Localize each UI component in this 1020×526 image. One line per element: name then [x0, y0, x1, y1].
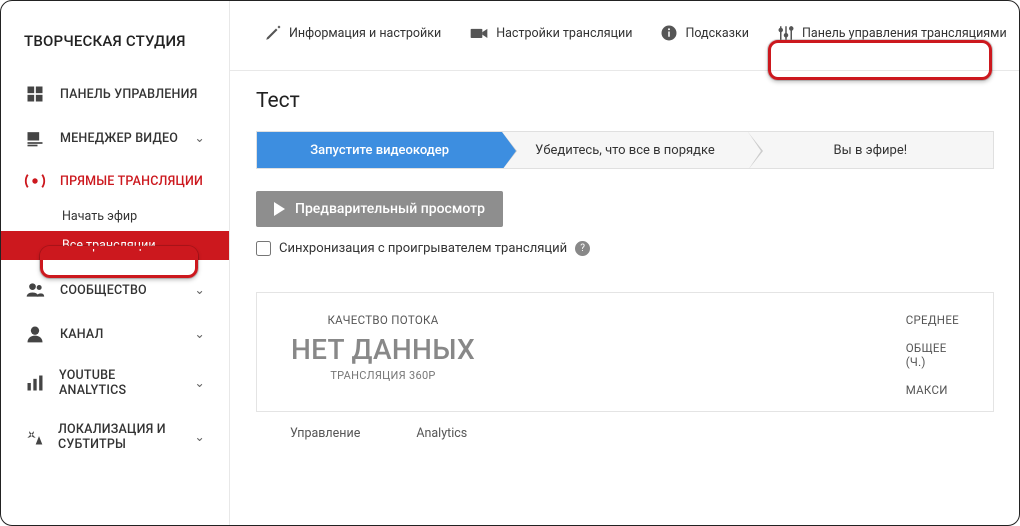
tab-manage[interactable]: Управление: [290, 426, 360, 441]
stream-info-card: КАЧЕСТВО ПОТОКА НЕТ ДАННЫХ ТРАНСЛЯЦИЯ 36…: [256, 292, 994, 412]
stat-avg: СРЕДНЕЕ: [906, 313, 959, 327]
sidebar-item-label: YOUTUBE ANALYTICS: [59, 368, 180, 398]
sync-checkbox-row: Синхронизация с проигрывателем трансляци…: [256, 241, 994, 256]
step-3[interactable]: Вы в эфире!: [748, 132, 993, 168]
live-icon: [24, 172, 46, 190]
sidebar-item-translations[interactable]: ЛОКАЛИЗАЦИЯ И СУБТИТРЫ ⌄: [0, 410, 229, 464]
quality-sub: ТРАНСЛЯЦИЯ 360P: [291, 369, 475, 382]
chevron-down-icon: ⌄: [194, 375, 205, 391]
sidebar: ТВОРЧЕСКАЯ СТУДИЯ ПАНЕЛЬ УПРАВЛЕНИЯ МЕНЕ…: [0, 0, 230, 526]
sidebar-item-label: КАНАЛ: [60, 327, 104, 342]
chevron-down-icon: ⌄: [194, 326, 205, 342]
sidebar-sub-start-live[interactable]: Начать эфир: [0, 202, 229, 231]
sidebar-item-dashboard[interactable]: ПАНЕЛЬ УПРАВЛЕНИЯ: [0, 72, 229, 116]
tab-hints[interactable]: Подсказки: [650, 16, 759, 50]
sidebar-item-label: МЕНЕДЖЕР ВИДЕО: [60, 131, 178, 146]
main-content: Информация и настройки Настройки трансля…: [230, 0, 1020, 526]
dashboard-icon: [24, 84, 46, 104]
sidebar-item-video-manager[interactable]: МЕНЕДЖЕР ВИДЕО ⌄: [0, 116, 229, 160]
translate-icon: [24, 427, 44, 447]
sync-label: Синхронизация с проигрывателем трансляци…: [279, 241, 567, 256]
sidebar-item-label: ПРЯМЫЕ ТРАНСЛЯЦИИ: [60, 174, 203, 189]
step-2[interactable]: Убедитесь, что все в порядке: [502, 132, 747, 168]
tab-stream-settings[interactable]: Настройки трансляции: [459, 17, 642, 49]
chevron-down-icon: ⌄: [194, 429, 205, 445]
tab-info-settings[interactable]: Информация и настройки: [254, 16, 451, 50]
sidebar-item-community[interactable]: СООБЩЕСТВО ⌄: [0, 268, 229, 312]
stat-total: ОБЩЕЕ(Ч.): [906, 341, 959, 369]
info-icon: [660, 24, 678, 42]
bottom-tabs: Управление Analytics: [256, 412, 994, 441]
camera-icon: [469, 25, 489, 41]
tab-analytics[interactable]: Analytics: [416, 426, 467, 441]
preview-button[interactable]: Предварительный просмотр: [256, 191, 503, 227]
chevron-down-icon: ⌄: [194, 282, 205, 298]
play-icon: [274, 202, 285, 216]
sidebar-item-label: СООБЩЕСТВО: [60, 283, 147, 298]
sync-checkbox[interactable]: [256, 241, 271, 256]
sidebar-item-analytics[interactable]: YOUTUBE ANALYTICS ⌄: [0, 356, 229, 410]
pencil-icon: [264, 24, 282, 42]
progress-steps: Запустите видеокодер Убедитесь, что все …: [256, 131, 994, 169]
chevron-down-icon: ⌄: [194, 130, 205, 146]
sliders-icon: [777, 24, 795, 42]
analytics-icon: [24, 373, 45, 393]
page-title: Тест: [256, 89, 994, 113]
sidebar-item-label: ЛОКАЛИЗАЦИЯ И СУБТИТРЫ: [58, 422, 180, 452]
quality-label: КАЧЕСТВО ПОТОКА: [291, 313, 475, 327]
stat-max: МАКСИ: [906, 383, 959, 397]
sidebar-sub-all-live[interactable]: Все трансляции: [0, 231, 229, 260]
quality-value: НЕТ ДАННЫХ: [291, 333, 475, 366]
sidebar-title: ТВОРЧЕСКАЯ СТУДИЯ: [0, 18, 229, 72]
sidebar-item-live[interactable]: ПРЯМЫЕ ТРАНСЛЯЦИИ: [0, 160, 229, 202]
sidebar-item-label: ПАНЕЛЬ УПРАВЛЕНИЯ: [60, 87, 198, 102]
quality-block: КАЧЕСТВО ПОТОКА НЕТ ДАННЫХ ТРАНСЛЯЦИЯ 36…: [291, 313, 475, 397]
video-manager-icon: [24, 128, 46, 148]
channel-icon: [24, 324, 46, 344]
top-toolbar: Информация и настройки Настройки трансля…: [230, 0, 1020, 71]
help-icon[interactable]: ?: [575, 241, 590, 256]
community-icon: [24, 280, 46, 300]
step-1[interactable]: Запустите видеокодер: [257, 132, 502, 168]
tab-control-panel[interactable]: Панель управления трансляциями: [767, 16, 1017, 50]
stats-column: СРЕДНЕЕ ОБЩЕЕ(Ч.) МАКСИ: [906, 313, 959, 397]
sidebar-item-channel[interactable]: КАНАЛ ⌄: [0, 312, 229, 356]
